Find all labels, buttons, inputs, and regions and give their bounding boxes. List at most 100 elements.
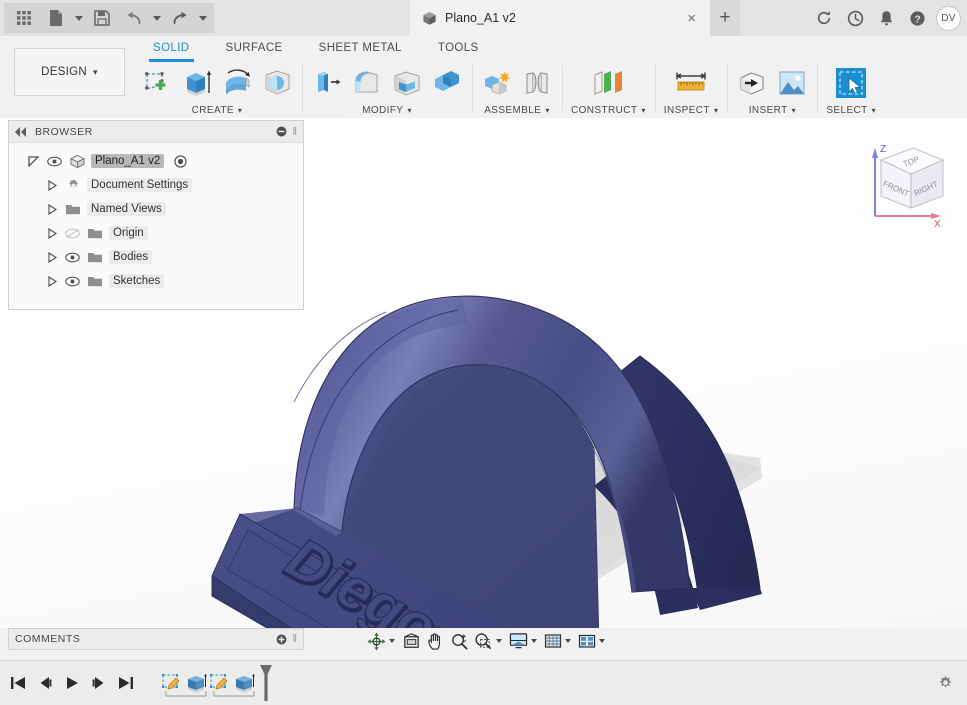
visibility-eye-icon[interactable] <box>63 276 81 287</box>
panel-dock-handle[interactable]: ‖ <box>292 126 297 138</box>
ribbon: DESIGN ▾ SOLID SURFACE SHEET METAL TOOLS <box>0 36 967 118</box>
timeline-begin-icon[interactable] <box>6 670 30 696</box>
revolve-icon[interactable] <box>218 63 256 103</box>
tab-tools[interactable]: TOOLS <box>420 36 497 61</box>
bell-icon[interactable] <box>872 4 900 32</box>
avatar[interactable]: DV <box>936 5 961 31</box>
ribbon-group-insert: INSERT ▾ <box>727 62 817 117</box>
modify-group-label[interactable]: MODIFY ▾ <box>359 104 415 117</box>
timeline-step-forward-icon[interactable] <box>87 670 111 696</box>
redo-button[interactable] <box>164 3 196 33</box>
view-cube[interactable]: Z X TOP FRONT RIGHT <box>855 130 955 230</box>
new-tab-button[interactable]: + <box>710 0 740 36</box>
create-group-label[interactable]: CREATE ▾ <box>189 104 246 117</box>
chevron-down-icon[interactable] <box>496 639 502 643</box>
timeline-end-icon[interactable] <box>114 670 138 696</box>
document-tab[interactable]: Plano_A1 v2 × <box>410 0 710 36</box>
new-document-button[interactable] <box>40 3 72 33</box>
panel-dock-handle[interactable]: ‖ <box>292 633 297 645</box>
timeline-connectors <box>165 691 255 697</box>
chevron-down-icon[interactable] <box>531 639 537 643</box>
assemble-group-label[interactable]: ASSEMBLE ▾ <box>481 104 553 117</box>
fusion360-window: Plano_A1 v2 × + ? DV DESIGN ▾ SOLID SURF… <box>0 0 967 705</box>
refresh-icon[interactable] <box>810 4 838 32</box>
chevron-down-icon[interactable] <box>565 639 571 643</box>
tree-item-named-views[interactable]: Named Views <box>9 197 303 221</box>
app-grid-button[interactable] <box>8 3 40 33</box>
select-window-icon[interactable] <box>832 63 870 103</box>
tree-item-sketches[interactable]: Sketches <box>9 269 303 293</box>
viewports-icon[interactable] <box>576 629 598 653</box>
canvas-image-icon[interactable] <box>773 63 811 103</box>
plus-circle-icon[interactable] <box>276 634 287 645</box>
visibility-hidden-icon[interactable] <box>63 228 81 239</box>
offset-plane-icon[interactable] <box>586 63 630 103</box>
select-group-label[interactable]: SELECT ▾ <box>823 104 879 117</box>
new-component-icon[interactable] <box>478 63 516 103</box>
double-chevron-left-icon[interactable] <box>15 126 27 137</box>
expand-arrow-icon[interactable] <box>45 274 59 288</box>
help-icon[interactable]: ? <box>903 4 931 32</box>
construct-group-label[interactable]: CONSTRUCT ▾ <box>568 104 649 117</box>
save-button[interactable] <box>86 3 118 33</box>
expand-arrow-icon[interactable] <box>27 154 41 168</box>
timeline-step-back-icon[interactable] <box>33 670 57 696</box>
shell-icon[interactable] <box>388 63 426 103</box>
visibility-eye-icon[interactable] <box>45 156 63 167</box>
insert-group-label[interactable]: INSERT ▾ <box>746 104 799 117</box>
tab-surface[interactable]: SURFACE <box>208 36 301 61</box>
sphere-icon[interactable] <box>258 63 296 103</box>
grid-snap-button[interactable] <box>542 629 575 653</box>
combine-icon[interactable] <box>428 63 466 103</box>
ribbon-group-create: CREATE ▾ <box>132 62 302 117</box>
close-icon[interactable]: × <box>683 11 700 26</box>
display-settings-button[interactable] <box>507 629 541 653</box>
tab-solid[interactable]: SOLID <box>135 36 208 62</box>
measure-icon[interactable] <box>668 63 714 103</box>
expand-arrow-icon[interactable] <box>45 178 59 192</box>
insert-derive-icon[interactable] <box>733 63 771 103</box>
grid-snap-icon[interactable] <box>542 629 564 653</box>
viewports-button[interactable] <box>576 629 609 653</box>
chevron-down-icon[interactable] <box>599 639 605 643</box>
orbit-icon[interactable] <box>365 629 388 653</box>
zoom-window-icon[interactable] <box>472 629 495 653</box>
clock-icon[interactable] <box>841 4 869 32</box>
pan-icon[interactable] <box>424 629 447 653</box>
expand-arrow-icon[interactable] <box>45 226 59 240</box>
timeline-settings-gear-icon[interactable] <box>936 673 955 692</box>
comments-panel[interactable]: COMMENTS ‖ <box>8 628 304 650</box>
browser-panel: BROWSER ‖ Plano_A1 v2 Document Settings … <box>8 120 304 310</box>
expand-arrow-icon[interactable] <box>45 202 59 216</box>
folder-icon <box>63 203 83 216</box>
visibility-eye-icon[interactable] <box>63 252 81 263</box>
undo-caret[interactable] <box>150 3 164 33</box>
tree-item-document-settings[interactable]: Document Settings <box>9 173 303 197</box>
ribbon-group-inspect: INSPECT ▾ <box>654 62 728 117</box>
tab-sheet-metal[interactable]: SHEET METAL <box>301 36 420 61</box>
joint-icon[interactable] <box>518 63 556 103</box>
look-at-icon[interactable] <box>400 629 423 653</box>
expand-arrow-icon[interactable] <box>45 250 59 264</box>
fillet-icon[interactable] <box>348 63 386 103</box>
minus-circle-icon[interactable] <box>276 126 287 137</box>
tree-item-origin[interactable]: Origin <box>9 221 303 245</box>
zoom-icon[interactable] <box>448 629 471 653</box>
undo-button[interactable] <box>118 3 150 33</box>
redo-caret[interactable] <box>196 3 210 33</box>
display-settings-icon[interactable] <box>507 629 530 653</box>
activate-component-radio[interactable] <box>174 154 187 168</box>
workspace-switcher[interactable]: DESIGN ▾ <box>14 48 125 96</box>
create-sketch-icon[interactable] <box>138 63 176 103</box>
zoom-window-button[interactable] <box>472 629 506 653</box>
press-pull-icon[interactable] <box>308 63 346 103</box>
orbit-button[interactable] <box>365 629 399 653</box>
ribbon-group-select: SELECT ▾ <box>817 62 885 117</box>
extrude-icon[interactable] <box>178 63 216 103</box>
timeline-play-icon[interactable] <box>60 670 84 696</box>
inspect-group-label[interactable]: INSPECT ▾ <box>661 104 722 117</box>
tree-item-bodies[interactable]: Bodies <box>9 245 303 269</box>
new-document-caret[interactable] <box>72 3 86 33</box>
tree-item-root[interactable]: Plano_A1 v2 <box>9 149 303 173</box>
chevron-down-icon[interactable] <box>389 639 395 643</box>
